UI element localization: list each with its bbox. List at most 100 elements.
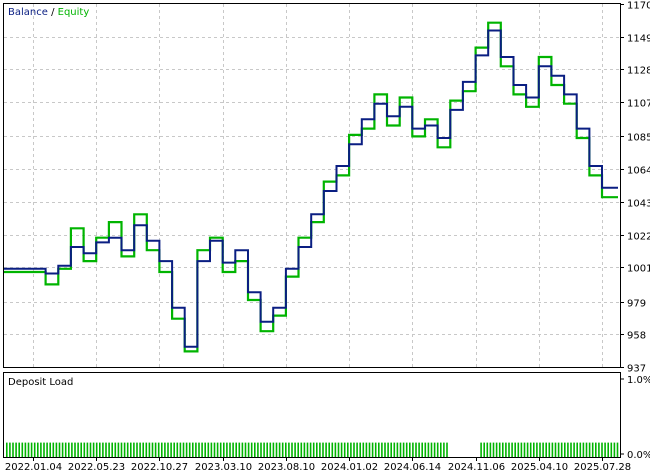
deposit-load-bar bbox=[294, 442, 296, 457]
deposit-load-bar bbox=[182, 442, 185, 457]
deposit-load-bar bbox=[542, 442, 544, 457]
deposit-load-bar bbox=[607, 442, 609, 457]
deposit-load-bar bbox=[244, 442, 247, 457]
x-axis: 2022.01.04 2022.05.23 2022.10.27 2023.03.10… bbox=[5, 457, 631, 473]
y-tick-label: 1107 bbox=[627, 99, 650, 110]
deposit-load-bar bbox=[223, 442, 225, 457]
legend: Balance / Equity bbox=[8, 7, 89, 18]
deposit-load-bar bbox=[300, 442, 303, 457]
y-tick-label: 1128 bbox=[627, 66, 650, 77]
x-tick-label: 2024.01.02 bbox=[321, 462, 378, 473]
deposit-load-bar bbox=[309, 442, 312, 457]
deposit-load-bar bbox=[92, 442, 95, 457]
deposit-load-bar bbox=[77, 442, 79, 457]
deposit-load-bar bbox=[167, 442, 169, 457]
deposit-load-bar bbox=[52, 442, 55, 457]
deposit-load-bar bbox=[195, 442, 197, 457]
x-tick-label: 2023.08.10 bbox=[258, 462, 315, 473]
deposit-load-bar bbox=[164, 442, 166, 457]
deposit-load-bar bbox=[409, 442, 411, 457]
deposit-load-bar bbox=[27, 442, 30, 457]
deposit-load-bar bbox=[595, 442, 597, 457]
deposit-load-bar bbox=[12, 442, 14, 457]
deposit-load-bar bbox=[402, 442, 405, 457]
deposit-load-bar bbox=[219, 442, 222, 457]
deposit-load-bar bbox=[269, 442, 272, 457]
deposit-load-bar bbox=[598, 442, 600, 457]
deposit-load-bar bbox=[415, 442, 417, 457]
deposit-load-bar bbox=[551, 442, 554, 457]
deposit-load-bar bbox=[526, 442, 529, 457]
deposit-load-bar bbox=[489, 442, 492, 457]
deposit-load-bar bbox=[49, 442, 51, 457]
y-tick-label: 1043 bbox=[627, 199, 650, 210]
deposit-load-bar bbox=[216, 442, 219, 457]
deposit-load-bar bbox=[480, 442, 482, 457]
deposit-load-bar bbox=[328, 442, 330, 457]
deposit-load-bar bbox=[362, 442, 365, 457]
deposit-load-y-axis: 1.0% 0.0% bbox=[620, 375, 650, 461]
deposit-load-bar bbox=[266, 442, 268, 457]
deposit-load-bar bbox=[71, 442, 73, 457]
legend-balance: Balance bbox=[8, 7, 48, 18]
deposit-load-bar bbox=[390, 442, 392, 457]
x-tick-label: 2022.01.04 bbox=[5, 462, 62, 473]
deposit-load-bar bbox=[427, 442, 430, 457]
x-tick-label: 2024.11.06 bbox=[448, 462, 505, 473]
deposit-load-bar bbox=[576, 442, 578, 457]
deposit-load-bar bbox=[281, 442, 284, 457]
deposit-load-bar bbox=[136, 442, 138, 457]
deposit-load-bar bbox=[161, 442, 163, 457]
deposit-load-bar bbox=[154, 442, 157, 457]
deposit-load-bar bbox=[433, 442, 436, 457]
deposit-load-bar bbox=[291, 442, 293, 457]
deposit-load-bar bbox=[198, 442, 200, 457]
deposit-load-bar bbox=[340, 442, 343, 457]
deposit-load-bar bbox=[117, 442, 120, 457]
deposit-load-bar bbox=[37, 442, 39, 457]
deposit-load-bar bbox=[529, 442, 532, 457]
deposit-load-bar bbox=[247, 442, 250, 457]
deposit-load-bar bbox=[250, 442, 253, 457]
deposit-load-bar bbox=[43, 442, 45, 457]
deposit-load-bar bbox=[616, 442, 619, 457]
deposit-load-bar bbox=[486, 442, 489, 457]
deposit-load-bar bbox=[179, 442, 182, 457]
deposit-load-bar bbox=[560, 442, 563, 457]
deposit-load-bar bbox=[570, 442, 572, 457]
deposit-load-bar bbox=[64, 442, 67, 457]
deposit-load-bar bbox=[58, 442, 61, 457]
deposit-load-bar bbox=[114, 442, 117, 457]
deposit-load-bar bbox=[316, 442, 318, 457]
x-tick-label: 2024.06.14 bbox=[384, 462, 441, 473]
deposit-load-bar bbox=[567, 442, 569, 457]
deposit-load-bar bbox=[604, 442, 606, 457]
deposit-load-bar bbox=[573, 442, 575, 457]
deposit-load-bar bbox=[288, 442, 290, 457]
deposit-load-bar bbox=[297, 442, 299, 457]
deposit-load-bar bbox=[564, 442, 566, 457]
deposit-load-bar bbox=[312, 442, 315, 457]
deposit-load-bar bbox=[588, 442, 591, 457]
deposit-load-bar bbox=[337, 442, 340, 457]
deposit-load-bar bbox=[33, 442, 36, 457]
deposit-load-bar bbox=[378, 442, 380, 457]
deposit-load-bar bbox=[483, 442, 485, 457]
deposit-load-bar bbox=[176, 442, 179, 457]
deposit-load-bar bbox=[365, 442, 368, 457]
deposit-load-bar bbox=[511, 442, 513, 457]
deposit-load-bar bbox=[393, 442, 396, 457]
deposit-load-bar bbox=[418, 442, 420, 457]
deposit-load-bar bbox=[319, 442, 321, 457]
load-y-tick-label: 1.0% bbox=[627, 375, 650, 386]
deposit-load-bar bbox=[331, 442, 334, 457]
deposit-load-bar bbox=[579, 442, 582, 457]
deposit-load-bar bbox=[399, 442, 402, 457]
deposit-load-bar bbox=[412, 442, 414, 457]
deposit-load-bar bbox=[275, 442, 278, 457]
deposit-load-bar bbox=[272, 442, 275, 457]
deposit-load-bar bbox=[232, 442, 234, 457]
deposit-load-bar bbox=[436, 442, 439, 457]
deposit-load-bar bbox=[185, 442, 188, 457]
deposit-load-bar bbox=[111, 442, 113, 457]
